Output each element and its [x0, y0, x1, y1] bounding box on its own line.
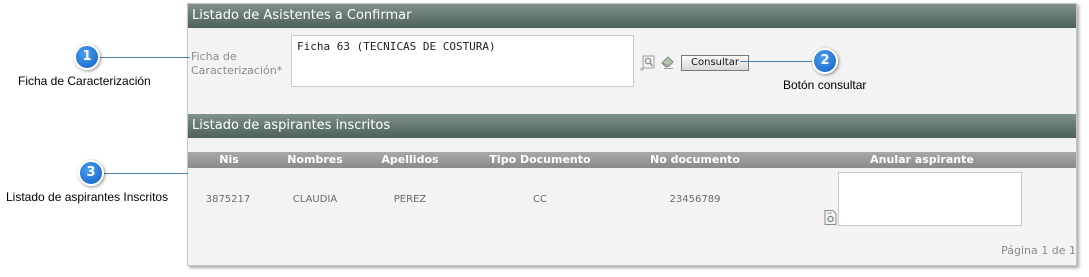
table-header: Nis Nombres Apellidos Tipo Documento No … [188, 152, 1076, 168]
cell-nis: 3875217 [205, 194, 251, 205]
callout-text-3: Listado de aspirantes Inscritos [6, 190, 169, 204]
ficha-field[interactable]: Ficha 63 (TECNICAS DE COSTURA) [291, 35, 634, 87]
callout-badge-2: 2 [812, 48, 838, 74]
callout-line-2 [740, 61, 814, 62]
cell-tipo-documento: CC [533, 194, 547, 205]
callout-text-2: Botón consultar [783, 78, 867, 92]
column-header-nis: Nis [219, 153, 239, 166]
column-header-tipo-documento: Tipo Documento [489, 153, 591, 166]
section-title-aspirantes: Listado de aspirantes inscritos [188, 114, 1076, 138]
column-header-anular: Anular aspirante [870, 153, 974, 166]
eraser-icon[interactable] [660, 54, 676, 70]
consultar-button[interactable]: Consultar [681, 55, 749, 71]
callout-line-3 [104, 173, 188, 174]
column-header-no-documento: No documento [650, 153, 740, 166]
callout-badge-3: 3 [78, 160, 104, 186]
document-icon[interactable] [824, 210, 837, 225]
cell-apellidos: PEREZ [393, 194, 427, 205]
anular-textarea[interactable] [838, 172, 1022, 226]
column-header-apellidos: Apellidos [381, 153, 439, 166]
callout-text-1: Ficha de Caracterización [18, 74, 151, 88]
cell-nombres: CLAUDIA [292, 194, 338, 205]
column-header-nombres: Nombres [287, 153, 343, 166]
callout-badge-1: 1 [74, 44, 100, 70]
section-title-asistentes: Listado de Asistentes a Confirmar [188, 4, 1076, 28]
magnifier-icon[interactable] [640, 55, 656, 71]
cell-no-documento: 23456789 [669, 194, 721, 205]
pagination-text: Página 1 de 1 [1001, 244, 1076, 257]
callout-line-1 [100, 57, 190, 58]
ficha-label: Ficha de Caracterización* [191, 50, 283, 77]
asistentes-panel: Listado de Asistentes a Confirmar Ficha … [187, 3, 1077, 266]
